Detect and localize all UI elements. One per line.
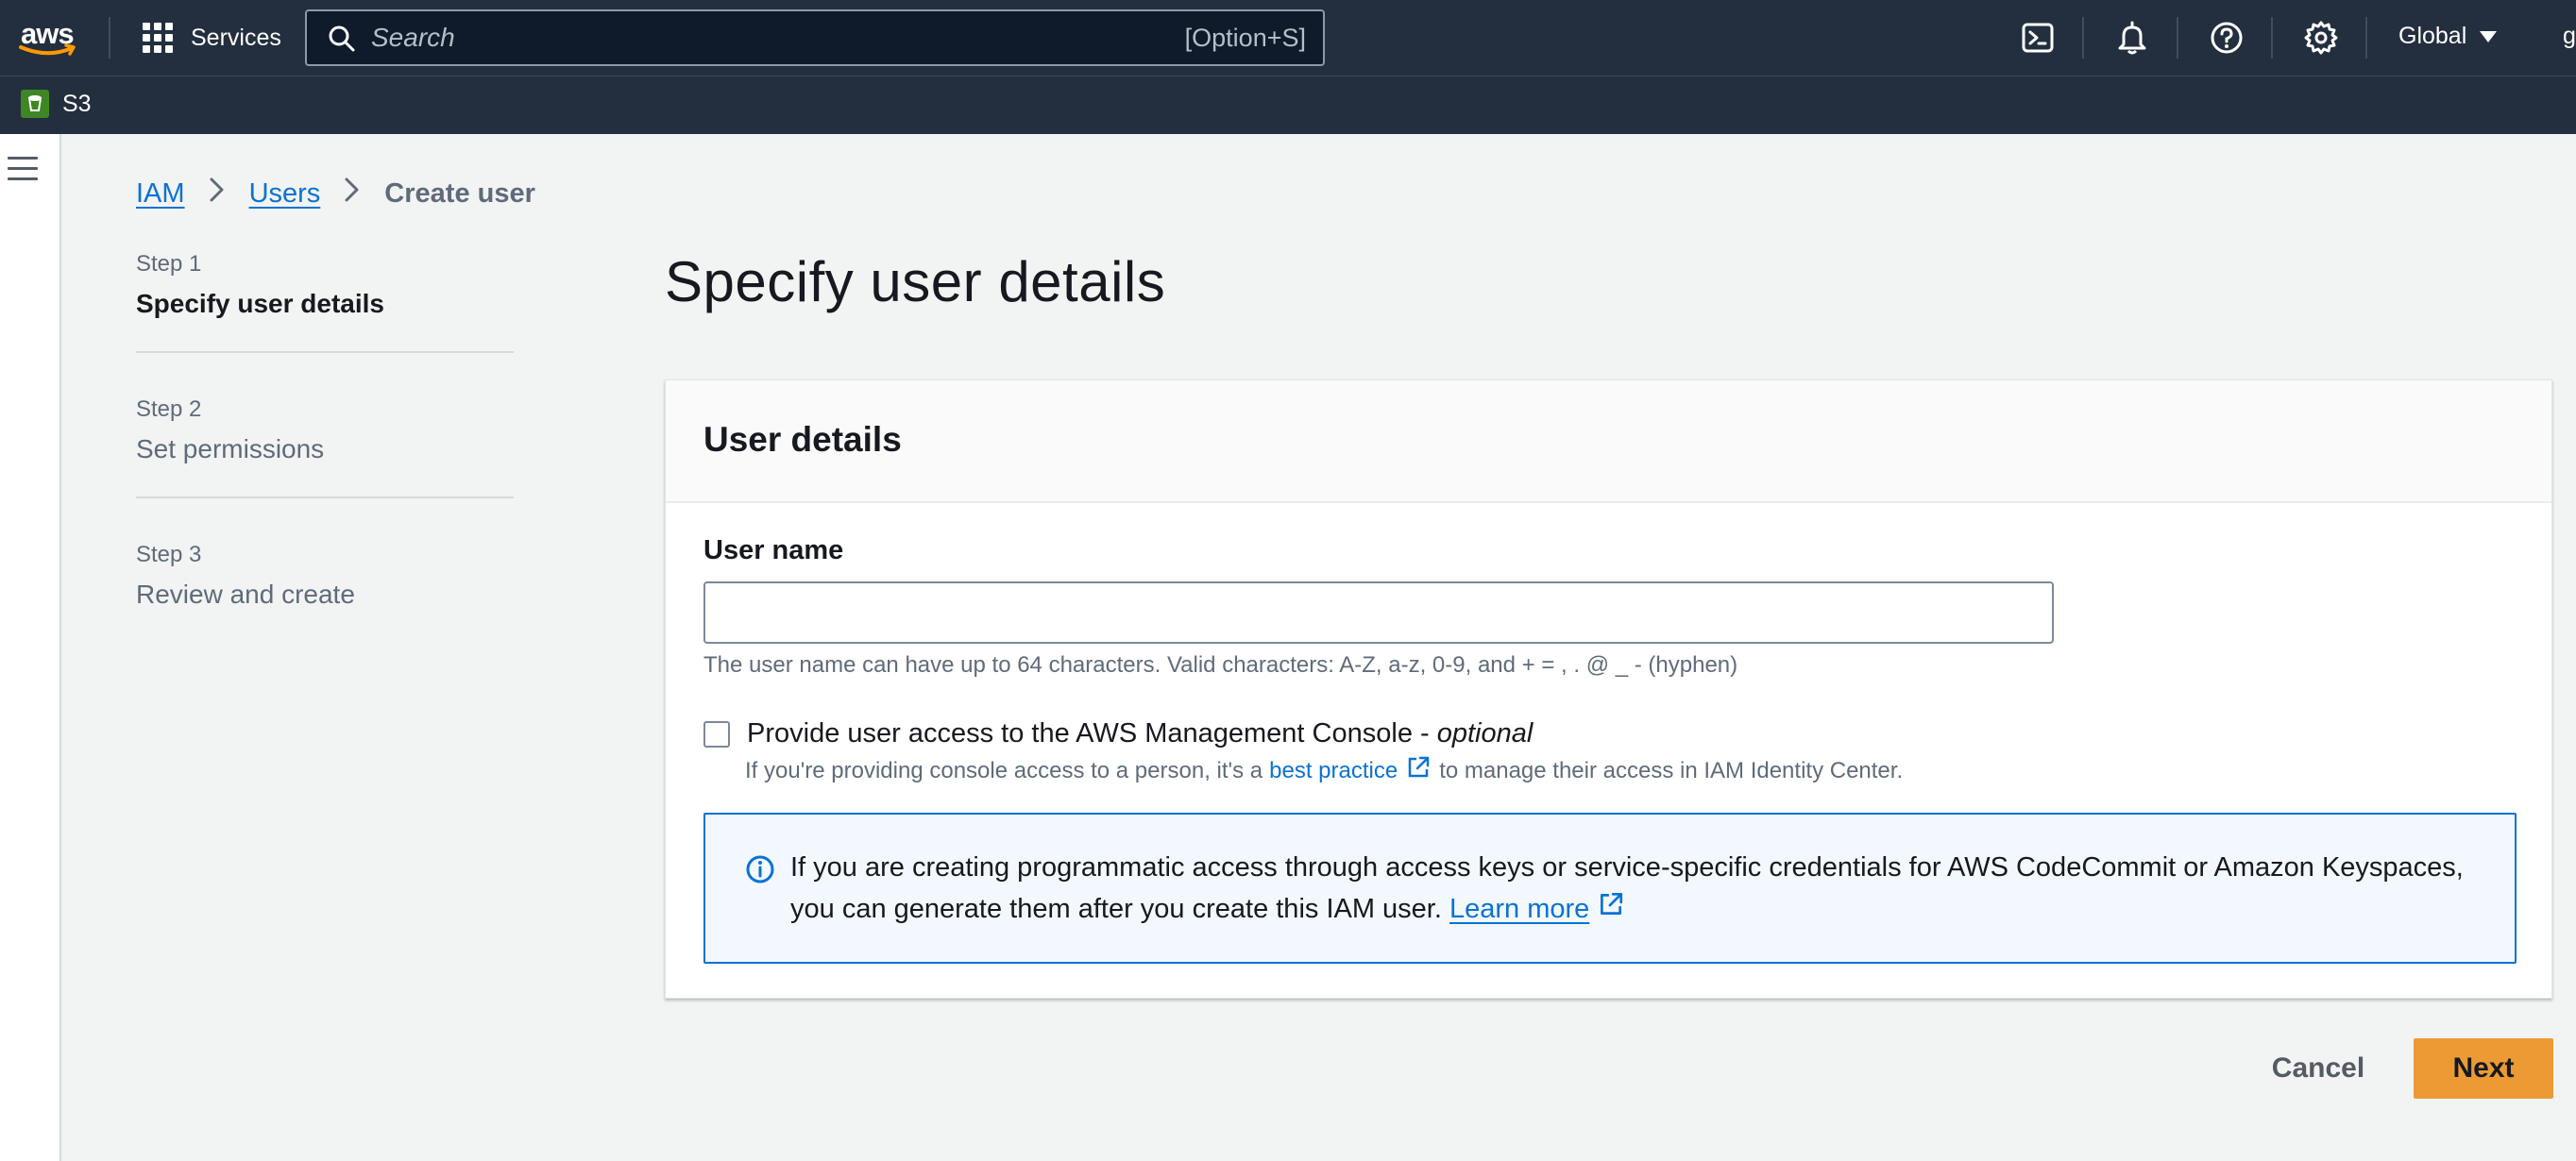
info-alert: If you are creating programmatic access … (703, 813, 2517, 964)
info-icon (746, 855, 774, 883)
breadcrumb-create-user: Create user (384, 177, 535, 209)
search-shortcut-hint: [Option+S] (1184, 24, 1306, 52)
console-access-checkbox[interactable] (703, 720, 730, 748)
services-menu-button[interactable]: Services (142, 21, 281, 55)
page-title: Specify user details (665, 250, 1166, 313)
step-number: Step 2 (136, 396, 202, 422)
breadcrumb: IAM Users Create user (136, 176, 535, 211)
chevron-right-icon (343, 176, 362, 211)
username-input[interactable] (703, 581, 2054, 644)
step-title: Set permissions (136, 434, 325, 463)
console-access-option: Provide user access to the AWS Managemen… (703, 718, 1533, 749)
panel-title: User details (703, 420, 902, 459)
console-access-label[interactable]: Provide user access to the AWS Managemen… (747, 718, 1533, 749)
optional-tag: optional (1436, 718, 1534, 749)
s3-service-icon (21, 90, 49, 118)
caret-down-icon (2480, 30, 2498, 42)
panel-header: User details (666, 380, 2551, 503)
breadcrumb-users[interactable]: Users (249, 178, 321, 210)
console-access-description: If you're providing console access to a … (745, 754, 1903, 787)
step-number: Step 3 (136, 542, 202, 567)
best-practice-link[interactable]: best practice (1269, 758, 1398, 784)
account-menu[interactable]: g (2563, 23, 2576, 50)
step-title: Specify user details (136, 289, 385, 318)
search-icon (329, 25, 355, 52)
next-button[interactable]: Next (2414, 1038, 2553, 1099)
services-label: Services (191, 24, 281, 51)
aws-smile-icon (19, 43, 76, 56)
user-details-panel: User details User name The user name can… (665, 379, 2552, 999)
wizard-steps: Step 1 Specify user details Step 2 Set p… (136, 251, 514, 685)
external-link-icon[interactable] (1597, 889, 1625, 931)
username-label: User name (703, 535, 844, 565)
wizard-step-3: Step 3 Review and create (136, 542, 514, 642)
breadcrumb-iam[interactable]: IAM (136, 178, 185, 210)
wizard-step-2: Step 2 Set permissions (136, 396, 514, 498)
menu-hamburger-icon[interactable] (8, 157, 38, 183)
learn-more-link[interactable]: Learn more (1449, 894, 1589, 924)
nav-divider (2082, 17, 2084, 59)
region-label: Global (2398, 23, 2467, 49)
favorite-s3-label: S3 (62, 90, 92, 117)
console-desc-suffix: to manage their access in IAM Identity C… (1439, 757, 1904, 783)
aws-logo[interactable]: aws (19, 17, 79, 59)
search-input[interactable] (369, 11, 1162, 64)
external-link-icon[interactable] (1405, 754, 1432, 787)
nav-divider (2271, 17, 2273, 59)
console-desc-prefix: If you're providing console access to a … (745, 757, 1263, 783)
cloudshell-icon[interactable] (2019, 19, 2057, 57)
grid-menu-icon (143, 23, 173, 53)
cancel-button[interactable]: Cancel (2247, 1038, 2389, 1099)
notifications-bell-icon[interactable] (2113, 19, 2151, 57)
side-navigation-rail (0, 134, 61, 1161)
step-title: Review and create (136, 580, 355, 609)
wizard-step-1: Step 1 Specify user details (136, 251, 514, 353)
favorite-s3[interactable]: S3 (21, 90, 92, 118)
username-constraint-hint: The user name can have up to 64 characte… (703, 652, 1738, 678)
nav-divider (109, 17, 110, 59)
nav-divider (2177, 17, 2178, 59)
region-selector[interactable]: Global (2398, 23, 2498, 50)
help-icon[interactable] (2208, 19, 2246, 57)
nav-divider (2365, 17, 2367, 59)
chevron-right-icon (208, 176, 227, 211)
settings-gear-icon[interactable] (2302, 19, 2340, 57)
favorites-bar: S3 (0, 76, 2576, 134)
step-number: Step 1 (136, 251, 202, 277)
global-search[interactable]: [Option+S] (305, 9, 1325, 66)
info-alert-message: If you are creating programmatic access … (790, 847, 2490, 931)
top-navigation: aws Services [Option+S] (0, 0, 2576, 76)
